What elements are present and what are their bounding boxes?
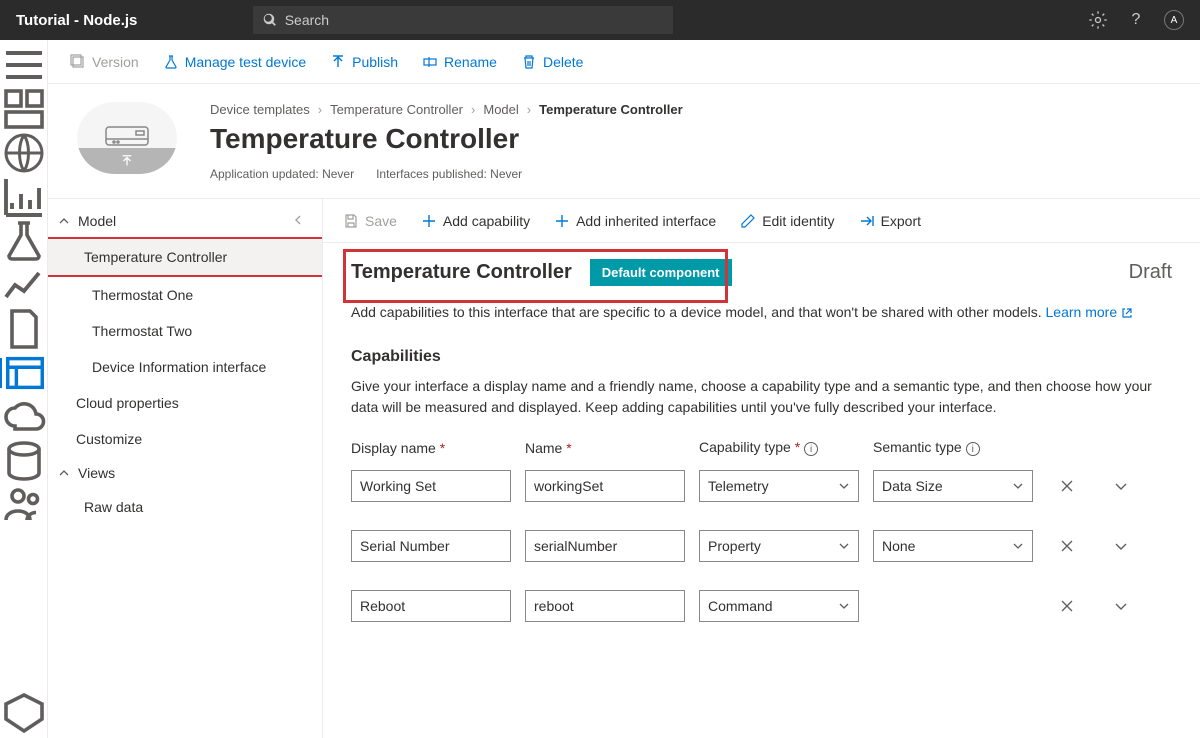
rail-db-icon[interactable]: [0, 446, 48, 476]
rail-globe-icon[interactable]: [0, 138, 48, 168]
page-title: Temperature Controller: [210, 123, 1176, 155]
capability-type-select[interactable]: Property: [699, 530, 859, 562]
views-group[interactable]: Views: [48, 457, 322, 489]
panel-command-bar: Save Add capability Add inherited interf…: [323, 199, 1200, 243]
intro-text: Add capabilities to this interface that …: [351, 302, 1172, 322]
collapse-icon[interactable]: [292, 213, 312, 229]
save-button: Save: [333, 207, 407, 235]
rename-button[interactable]: Rename: [412, 48, 507, 76]
display-name-input[interactable]: Working Set: [351, 470, 511, 502]
top-bar: Tutorial - Node.js Search ? A: [0, 0, 1200, 40]
learn-more-link[interactable]: Learn more: [1046, 304, 1133, 320]
name-input[interactable]: workingSet: [525, 470, 685, 502]
rail-flask-icon[interactable]: [0, 226, 48, 256]
display-name-input[interactable]: Reboot: [351, 590, 511, 622]
col-display-name: Display name: [351, 440, 445, 456]
app-title: Tutorial - Node.js: [16, 12, 137, 29]
chevron-up-icon: [58, 467, 70, 479]
delete-row-icon[interactable]: [1047, 598, 1087, 614]
edit-identity-button[interactable]: Edit identity: [730, 207, 844, 235]
capability-row: Serial Number serialNumber Property None: [351, 530, 1172, 562]
col-name: Name: [525, 440, 572, 456]
default-component-badge: Default component: [590, 259, 732, 286]
rail-template-icon[interactable]: [0, 358, 48, 388]
capability-type-select[interactable]: Telemetry: [699, 470, 859, 502]
capabilities-grid: Display name Name Capability type i Seman…: [351, 439, 1172, 623]
model-group[interactable]: Model: [48, 205, 322, 237]
rail-users-icon[interactable]: [0, 490, 48, 520]
search-box[interactable]: Search: [253, 6, 673, 34]
capability-row: Reboot reboot Command: [351, 590, 1172, 622]
crumb-1[interactable]: Temperature Controller: [330, 102, 463, 117]
delete-row-icon[interactable]: [1047, 478, 1087, 494]
page-header: Device templates› Temperature Controller…: [48, 84, 1200, 198]
delete-row-icon[interactable]: [1047, 538, 1087, 554]
tree-temperature-controller[interactable]: Temperature Controller: [48, 239, 322, 275]
publish-button[interactable]: Publish: [320, 48, 408, 76]
model-tree: Model Temperature Controller Thermostat …: [48, 199, 323, 738]
expand-row-icon[interactable]: [1101, 478, 1141, 494]
tree-thermostat-one[interactable]: Thermostat One: [48, 277, 322, 313]
col-semantic-type: Semantic type: [873, 439, 962, 455]
semantic-type-select[interactable]: None: [873, 530, 1033, 562]
rail-dashboard-icon[interactable]: [0, 94, 48, 124]
tree-cloud-properties[interactable]: Cloud properties: [48, 385, 322, 421]
breadcrumb: Device templates› Temperature Controller…: [210, 102, 1176, 117]
export-button[interactable]: Export: [849, 207, 931, 235]
version-button: Version: [60, 48, 149, 76]
app-updated-text: Application updated: Never: [210, 167, 354, 181]
tree-raw-data[interactable]: Raw data: [48, 489, 322, 525]
interfaces-published-text: Interfaces published: Never: [376, 167, 522, 181]
chevron-up-icon: [58, 215, 70, 227]
content-panel: Save Add capability Add inherited interf…: [323, 199, 1200, 738]
capabilities-heading: Capabilities: [351, 348, 1172, 366]
capability-row: Working Set workingSet Telemetry Data Si…: [351, 470, 1172, 502]
info-icon[interactable]: i: [804, 442, 818, 456]
rail-line-chart-icon[interactable]: [0, 270, 48, 300]
nav-rail: [0, 40, 48, 738]
manage-test-device-button[interactable]: Manage test device: [153, 48, 316, 76]
search-icon: [263, 13, 277, 27]
capabilities-intro: Give your interface a display name and a…: [351, 376, 1172, 417]
settings-icon[interactable]: [1088, 10, 1108, 30]
rail-doc-icon[interactable]: [0, 314, 48, 344]
expand-row-icon[interactable]: [1101, 598, 1141, 614]
status-label: Draft: [1129, 261, 1172, 284]
crumb-2[interactable]: Model: [483, 102, 518, 117]
crumb-3: Temperature Controller: [539, 102, 683, 117]
expand-row-icon[interactable]: [1101, 538, 1141, 554]
semantic-type-select[interactable]: Data Size: [873, 470, 1033, 502]
crumb-0[interactable]: Device templates: [210, 102, 310, 117]
add-capability-button[interactable]: Add capability: [411, 207, 540, 235]
command-bar: Version Manage test device Publish Renam…: [48, 40, 1200, 84]
tree-device-info[interactable]: Device Information interface: [48, 349, 322, 385]
add-inherited-button[interactable]: Add inherited interface: [544, 207, 726, 235]
col-capability-type: Capability type: [699, 439, 800, 455]
rail-bottom-icon[interactable]: [0, 698, 48, 728]
tree-thermostat-two[interactable]: Thermostat Two: [48, 313, 322, 349]
help-icon[interactable]: ?: [1126, 10, 1146, 30]
capability-type-select[interactable]: Command: [699, 590, 859, 622]
search-placeholder: Search: [285, 12, 329, 28]
interface-title: Temperature Controller: [351, 261, 572, 284]
name-input[interactable]: reboot: [525, 590, 685, 622]
external-link-icon: [1121, 307, 1133, 319]
hamburger-icon[interactable]: [0, 50, 48, 80]
upload-icon: [120, 154, 134, 168]
display-name-input[interactable]: Serial Number: [351, 530, 511, 562]
info-icon[interactable]: i: [966, 442, 980, 456]
name-input[interactable]: serialNumber: [525, 530, 685, 562]
rail-chart-icon[interactable]: [0, 182, 48, 212]
device-icon: [72, 102, 182, 194]
tree-customize[interactable]: Customize: [48, 421, 322, 457]
rail-cloud-icon[interactable]: [0, 402, 48, 432]
avatar[interactable]: A: [1164, 10, 1184, 30]
delete-button[interactable]: Delete: [511, 48, 593, 76]
